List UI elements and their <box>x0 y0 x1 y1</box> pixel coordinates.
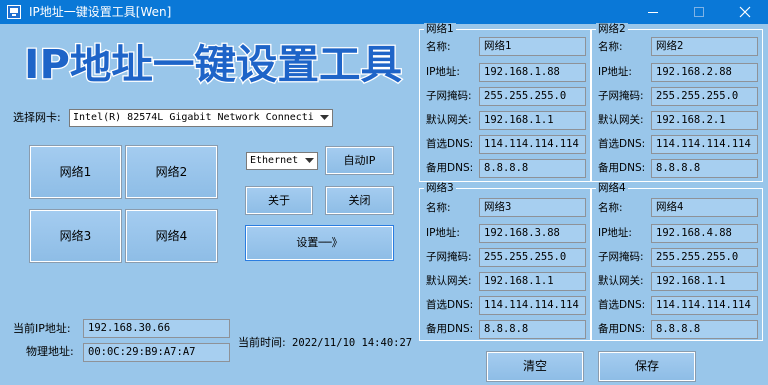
dns1-label: 首选DNS: <box>598 138 646 150</box>
about-button[interactable]: 关于 <box>245 186 313 215</box>
group-4-title: 网络4 <box>596 182 628 194</box>
group-3-title: 网络3 <box>424 182 456 194</box>
mac-field[interactable]: 00:0C:29:B9:A7:A7 <box>83 343 230 362</box>
connection-select-value: Ethernet <box>250 155 299 166</box>
mask-label: 子网掩码: <box>598 90 644 102</box>
time-label: 当前时间: <box>238 336 286 349</box>
chevron-down-icon <box>320 115 329 120</box>
group-4-gateway-field[interactable]: 192.168.1.1 <box>651 272 758 291</box>
group-3-dns1-field[interactable]: 114.114.114.114 <box>479 296 586 315</box>
ip-label: IP地址: <box>598 227 632 239</box>
adapter-dropdown-caret[interactable] <box>317 110 332 126</box>
title-bar[interactable]: IP地址一键设置工具[Wen] <box>0 0 768 24</box>
mask-label: 子网掩码: <box>426 90 472 102</box>
network-1-button[interactable]: 网络1 <box>29 145 122 199</box>
dns2-label: 备用DNS: <box>426 162 474 174</box>
auto-ip-button[interactable]: 自动IP <box>325 146 394 175</box>
svg-text:IP地址一键设置工具: IP地址一键设置工具 <box>24 42 402 88</box>
name-label: 名称: <box>598 41 623 53</box>
group-1-gateway-field[interactable]: 192.168.1.1 <box>479 111 586 130</box>
group-3-gateway-field[interactable]: 192.168.1.1 <box>479 272 586 291</box>
group-2-dns1-field[interactable]: 114.114.114.114 <box>651 135 758 154</box>
mask-label: 子网掩码: <box>426 251 472 263</box>
group-3-name-field[interactable]: 网络3 <box>479 198 586 217</box>
group-4-mask-field[interactable]: 255.255.255.0 <box>651 248 758 267</box>
group-2-name-field[interactable]: 网络2 <box>651 37 758 56</box>
group-4-name-field[interactable]: 网络4 <box>651 198 758 217</box>
mac-label: 物理地址: <box>26 345 74 358</box>
window-title: IP地址一键设置工具[Wen] <box>29 5 172 19</box>
gateway-label: 默认网关: <box>426 275 472 287</box>
chevron-down-icon <box>305 158 314 163</box>
group-4-ip-field[interactable]: 192.168.4.88 <box>651 224 758 243</box>
minimize-icon <box>648 12 658 13</box>
group-2-dns2-field[interactable]: 8.8.8.8 <box>651 159 758 178</box>
group-4-dns1-field[interactable]: 114.114.114.114 <box>651 296 758 315</box>
group-1-ip-field[interactable]: 192.168.1.88 <box>479 63 586 82</box>
group-1-dns2-field[interactable]: 8.8.8.8 <box>479 159 586 178</box>
dns2-label: 备用DNS: <box>598 323 646 335</box>
group-3-mask-field[interactable]: 255.255.255.0 <box>479 248 586 267</box>
group-1-name-field[interactable]: 网络1 <box>479 37 586 56</box>
group-1-title: 网络1 <box>424 23 456 35</box>
connection-dropdown-caret[interactable] <box>302 153 317 169</box>
dns1-label: 首选DNS: <box>426 138 474 150</box>
gateway-label: 默认网关: <box>598 114 644 126</box>
network-4-button[interactable]: 网络4 <box>125 209 218 263</box>
group-2-ip-field[interactable]: 192.168.2.88 <box>651 63 758 82</box>
group-3-dns2-field[interactable]: 8.8.8.8 <box>479 320 586 339</box>
current-ip-field[interactable]: 192.168.30.66 <box>83 319 230 338</box>
app-window: IP地址一键设置工具[Wen] IP地址一键设置工具 选择网卡: Intel(R… <box>0 0 768 385</box>
network-3-button[interactable]: 网络3 <box>29 209 122 263</box>
gateway-label: 默认网关: <box>426 114 472 126</box>
close-button[interactable]: 关闭 <box>325 186 394 215</box>
group-1-mask-field[interactable]: 255.255.255.0 <box>479 87 586 106</box>
dns1-label: 首选DNS: <box>598 299 646 311</box>
adapter-select[interactable]: Intel(R) 82574L Gigabit Network Connecti <box>69 109 333 127</box>
group-2-mask-field[interactable]: 255.255.255.0 <box>651 87 758 106</box>
maximize-icon <box>694 7 704 17</box>
adapter-select-value: Intel(R) 82574L Gigabit Network Connecti <box>73 112 314 123</box>
ip-label: IP地址: <box>426 66 460 78</box>
gateway-label: 默认网关: <box>598 275 644 287</box>
minimize-button[interactable] <box>630 0 676 24</box>
network-app-icon <box>7 5 21 19</box>
group-3-ip-field[interactable]: 192.168.3.88 <box>479 224 586 243</box>
network-2-button[interactable]: 网络2 <box>125 145 218 199</box>
group-4-dns2-field[interactable]: 8.8.8.8 <box>651 320 758 339</box>
name-label: 名称: <box>426 202 451 214</box>
name-label: 名称: <box>598 202 623 214</box>
dns2-label: 备用DNS: <box>426 323 474 335</box>
mask-label: 子网掩码: <box>598 251 644 263</box>
ip-label: IP地址: <box>598 66 632 78</box>
ip-label: IP地址: <box>426 227 460 239</box>
adapter-label: 选择网卡: <box>13 111 61 124</box>
current-ip-label: 当前IP地址: <box>13 322 71 335</box>
group-1-dns1-field[interactable]: 114.114.114.114 <box>479 135 586 154</box>
app-heading: IP地址一键设置工具 <box>23 41 404 90</box>
connection-select[interactable]: Ethernet <box>246 152 318 170</box>
close-icon <box>739 6 751 18</box>
name-label: 名称: <box>426 41 451 53</box>
clear-button[interactable]: 清空 <box>486 351 584 382</box>
dns2-label: 备用DNS: <box>598 162 646 174</box>
group-2-gateway-field[interactable]: 192.168.2.1 <box>651 111 758 130</box>
group-2-title: 网络2 <box>596 23 628 35</box>
time-value: 2022/11/10 14:40:27 <box>292 337 413 349</box>
dns1-label: 首选DNS: <box>426 299 474 311</box>
save-button[interactable]: 保存 <box>598 351 696 382</box>
close-window-button[interactable] <box>722 0 768 24</box>
maximize-button <box>676 0 722 24</box>
set-button[interactable]: 设置──》 <box>245 225 394 261</box>
